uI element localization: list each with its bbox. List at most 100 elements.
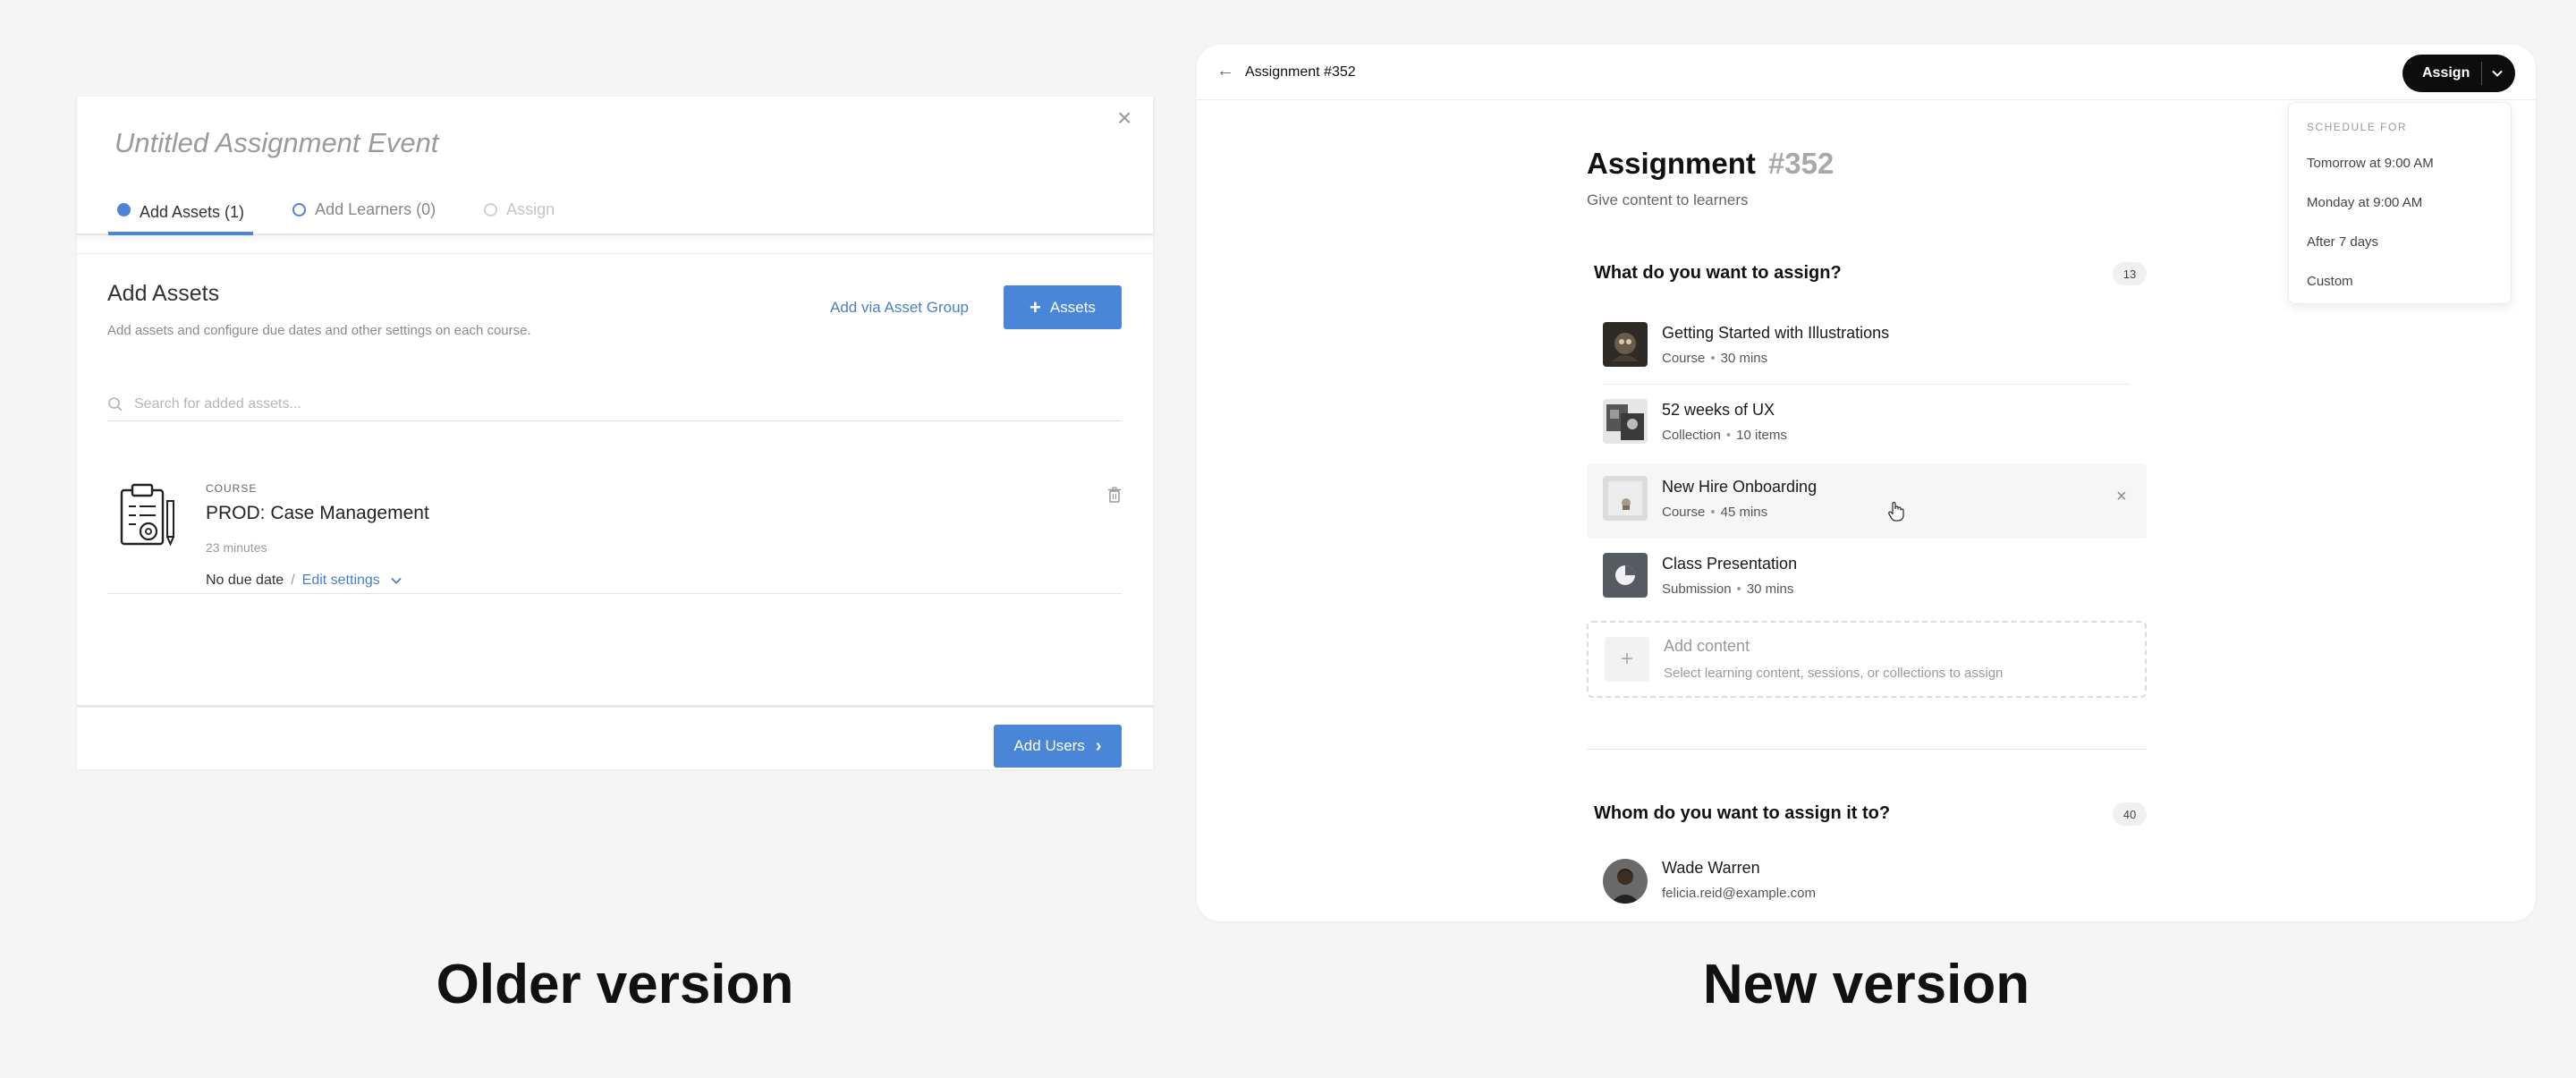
content-type: Course [1662, 351, 1706, 366]
content-thumbnail [1603, 553, 1648, 598]
step-dot-icon [117, 203, 131, 216]
tab-label: Assign [506, 199, 555, 218]
content-thumbnail [1603, 476, 1648, 521]
content-detail: 30 mins [1746, 581, 1794, 597]
learner-count-badge: 40 [2113, 802, 2147, 826]
content-thumbnail [1603, 322, 1648, 367]
old-dialog-footer: Add Users › [77, 705, 1153, 769]
learner-email: felicia.reid@example.com [1662, 886, 1816, 901]
plus-icon: + [1030, 295, 1041, 318]
asset-list-item: COURSE PROD: Case Management 23 minutes … [107, 469, 1122, 594]
plus-icon: + [1605, 637, 1649, 682]
meta-dot: • [1710, 351, 1716, 366]
tab-add-learners[interactable]: Add Learners (0) [284, 191, 445, 228]
add-assets-button[interactable]: + Assets [1004, 285, 1122, 329]
new-top-bar: ← Assignment #352 Assign [1197, 45, 2536, 100]
tab-assign[interactable]: Assign [475, 191, 564, 228]
content-count-badge: 13 [2113, 262, 2147, 285]
assignment-title[interactable]: Untitled Assignment Event [114, 127, 438, 159]
search-placeholder: Search for added assets... [134, 396, 301, 412]
schedule-option-monday[interactable]: Monday at 9:00 AM [2307, 195, 2422, 210]
title-text: Assignment [1587, 147, 1756, 180]
schedule-option-tomorrow[interactable]: Tomorrow at 9:00 AM [2307, 156, 2434, 171]
content-detail: 30 mins [1720, 351, 1768, 366]
hand-cursor-icon [1888, 501, 1904, 522]
tab-label: Add Learners (0) [315, 199, 436, 218]
split-divider [2481, 62, 2482, 85]
chevron-down-icon[interactable] [391, 577, 402, 584]
schedule-dropdown: SCHEDULE FOR Tomorrow at 9:00 AM Monday … [2288, 102, 2512, 304]
search-icon [108, 397, 123, 412]
asset-duration: 23 minutes [206, 540, 267, 555]
tab-add-assets[interactable]: Add Assets (1) [108, 191, 254, 235]
old-version-caption: Older version [436, 954, 794, 1015]
edit-settings-link[interactable]: Edit settings [302, 573, 380, 588]
content-detail: 45 mins [1720, 505, 1768, 520]
add-content-title: Add content [1664, 637, 1750, 655]
add-content-description: Select learning content, sessions, or co… [1664, 666, 2004, 681]
content-meta: Course • 45 mins [1662, 505, 1767, 520]
asset-name[interactable]: PROD: Case Management [206, 503, 429, 524]
clipboard-icon [120, 483, 174, 547]
add-via-asset-group-link[interactable]: Add via Asset Group [830, 299, 969, 317]
chevron-right-icon: › [1095, 735, 1102, 756]
content-thumbnail [1603, 399, 1648, 444]
content-meta: Course • 30 mins [1662, 351, 1767, 366]
step-dot-icon [292, 202, 307, 216]
step-tabs: Add Assets (1) Add Learners (0) Assign [108, 191, 594, 235]
due-date-text: No due date [206, 573, 284, 588]
add-assets-label: Assets [1049, 298, 1096, 316]
meta-dot: • [1736, 581, 1741, 597]
assign-split-button[interactable]: Assign [2402, 55, 2515, 92]
page-title: Assignment #352 [1587, 147, 1834, 181]
content-meta: Collection • 10 items [1662, 428, 1787, 443]
add-users-label: Add Users [1013, 737, 1085, 754]
content-type: Course [1662, 505, 1706, 520]
learner-section-title: Whom do you want to assign it to? [1594, 803, 1891, 823]
add-users-button[interactable]: Add Users › [994, 725, 1122, 768]
section-divider [1587, 749, 2147, 750]
close-icon[interactable]: × [1117, 104, 1131, 132]
page-subtitle: Give content to learners [1587, 191, 1749, 208]
old-dialog-header: Untitled Assignment Event × Add Assets (… [77, 97, 1153, 235]
trash-icon[interactable] [1107, 487, 1122, 503]
step-dot-icon [484, 202, 498, 216]
title-number: #352 [1767, 147, 1835, 180]
content-list-item[interactable]: Class Presentation Submission • 30 mins [1587, 540, 2147, 615]
new-assignment-page: ← Assignment #352 Assign SCHEDULE FOR To… [1197, 45, 2536, 921]
schedule-header: SCHEDULE FOR [2307, 121, 2408, 133]
separator: / [291, 573, 295, 588]
content-title: Getting Started with Illustrations [1662, 324, 1890, 342]
asset-due-row: No due date / Edit settings [206, 573, 402, 589]
meta-dot: • [1725, 428, 1732, 443]
learner-list-item[interactable]: Wade Warren felicia.reid@example.com [1587, 850, 2147, 921]
row-divider [1603, 384, 2131, 385]
learner-name: Wade Warren [1662, 859, 1760, 877]
new-version-caption: New version [1702, 954, 2030, 1015]
avatar [1603, 859, 1648, 904]
section-subheading: Add assets and configure due dates and o… [107, 323, 531, 338]
content-section-title: What do you want to assign? [1594, 263, 1842, 283]
schedule-option-custom[interactable]: Custom [2307, 274, 2353, 289]
schedule-option-7-days[interactable]: After 7 days [2307, 234, 2378, 250]
content-title: Class Presentation [1662, 555, 1798, 573]
back-arrow-icon[interactable]: ← [1216, 61, 1234, 81]
meta-dot: • [1710, 505, 1716, 520]
chevron-down-icon[interactable] [2491, 69, 2504, 78]
old-dialog-body: Add Assets Add assets and configure due … [77, 253, 1153, 705]
old-assignment-dialog: Untitled Assignment Event × Add Assets (… [77, 97, 1153, 769]
content-list-item[interactable]: 52 weeks of UX Collection • 10 items [1587, 386, 2147, 462]
add-content-dropzone[interactable]: + Add content Select learning content, s… [1587, 621, 2147, 698]
asset-search-input[interactable]: Search for added assets... [107, 388, 1122, 421]
content-list-item[interactable]: Getting Started with Illustrations Cours… [1587, 310, 2147, 385]
content-detail: 10 items [1736, 428, 1787, 443]
content-list-item[interactable]: New Hire Onboarding Course • 45 mins × [1587, 463, 2147, 539]
content-meta: Submission • 30 mins [1662, 581, 1793, 597]
content-title: 52 weeks of UX [1662, 401, 1775, 419]
content-type: Collection [1662, 428, 1721, 443]
assign-button-label[interactable]: Assign [2402, 65, 2481, 81]
content-type: Submission [1662, 581, 1732, 597]
breadcrumb: Assignment #352 [1245, 64, 1356, 80]
remove-icon[interactable]: × [2116, 487, 2127, 507]
content-title: New Hire Onboarding [1662, 478, 1818, 496]
